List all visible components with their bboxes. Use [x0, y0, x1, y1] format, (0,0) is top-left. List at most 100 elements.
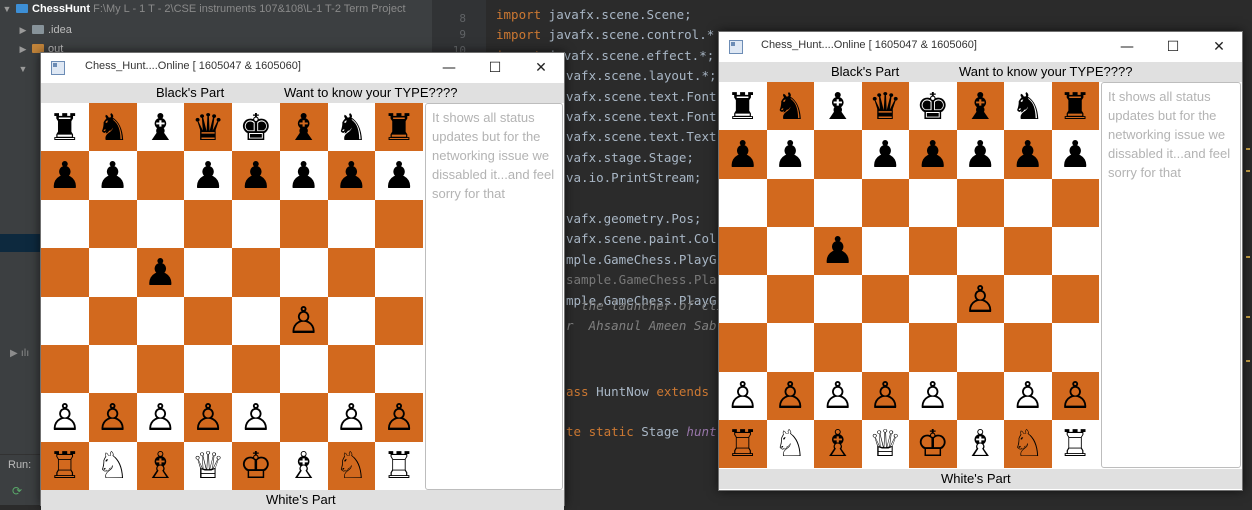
board-square[interactable]: [88, 199, 137, 249]
black-pawn-icon[interactable]: ♟: [48, 157, 81, 194]
tree-item-collapsed[interactable]: ▼: [16, 60, 30, 78]
board-square[interactable]: [814, 275, 862, 324]
board-square[interactable]: ♟: [375, 151, 423, 200]
board-square[interactable]: [766, 226, 814, 275]
board-square[interactable]: ♞: [88, 103, 137, 152]
white-king-icon[interactable]: ♔: [239, 447, 272, 484]
black-rook-icon[interactable]: ♜: [726, 88, 759, 125]
board-square[interactable]: [909, 323, 957, 372]
black-pawn-icon[interactable]: ♟: [774, 136, 807, 173]
board-square[interactable]: [1051, 275, 1099, 324]
board-square[interactable]: [909, 226, 957, 275]
white-pawn-icon[interactable]: ♙: [821, 377, 854, 414]
board-square[interactable]: ♟: [136, 248, 185, 297]
expand-arrow-icon[interactable]: ▼: [16, 60, 30, 78]
board-square[interactable]: [41, 248, 89, 297]
board-square[interactable]: [136, 344, 185, 394]
white-pawn-icon[interactable]: ♙: [1011, 377, 1044, 414]
board-square[interactable]: [766, 275, 814, 324]
black-pawn-icon[interactable]: ♟: [383, 157, 416, 194]
board-square[interactable]: [232, 344, 280, 394]
board-square[interactable]: ♕: [861, 419, 909, 468]
type-query-label[interactable]: Want to know your TYPE????: [284, 85, 457, 100]
black-knight-icon[interactable]: ♞: [1011, 88, 1044, 125]
board-square[interactable]: [719, 226, 767, 275]
white-pawn-icon[interactable]: ♙: [383, 399, 416, 436]
board-square[interactable]: ♝: [956, 82, 1004, 131]
title-bar[interactable]: Chess_Hunt....Online [ 1605047 & 1605060…: [41, 53, 564, 83]
board-square[interactable]: ♗: [136, 441, 185, 490]
board-square[interactable]: [956, 371, 1004, 420]
board-square[interactable]: ♜: [1051, 82, 1099, 131]
white-pawn-icon[interactable]: ♙: [916, 377, 949, 414]
board-square[interactable]: [88, 296, 137, 345]
board-square[interactable]: ♞: [1004, 82, 1052, 131]
black-pawn-icon[interactable]: ♟: [96, 157, 129, 194]
black-pawn-icon[interactable]: ♟: [144, 254, 177, 291]
board-square[interactable]: [1051, 226, 1099, 275]
board-square[interactable]: [41, 199, 89, 249]
board-square[interactable]: ♘: [1004, 419, 1052, 468]
board-square[interactable]: [88, 344, 137, 394]
board-square[interactable]: ♗: [279, 441, 328, 490]
black-pawn-icon[interactable]: ♟: [821, 232, 854, 269]
board-square[interactable]: ♟: [956, 130, 1004, 179]
white-king-icon[interactable]: ♔: [916, 425, 949, 462]
board-square[interactable]: [956, 178, 1004, 227]
board-square[interactable]: [184, 344, 232, 394]
board-square[interactable]: [375, 199, 423, 249]
black-pawn-icon[interactable]: ♟: [1059, 136, 1092, 173]
close-button[interactable]: ✕: [1196, 32, 1242, 62]
black-knight-icon[interactable]: ♞: [96, 109, 129, 146]
expand-arrow-icon[interactable]: ▼: [0, 0, 14, 18]
board-square[interactable]: ♝: [136, 103, 185, 152]
board-square[interactable]: [41, 344, 89, 394]
black-rook-icon[interactable]: ♜: [1059, 88, 1092, 125]
board-square[interactable]: ♙: [279, 296, 328, 345]
black-rook-icon[interactable]: ♜: [383, 109, 416, 146]
white-bishop-icon[interactable]: ♗: [821, 425, 854, 462]
black-rook-icon[interactable]: ♜: [48, 109, 81, 146]
board-square[interactable]: ♛: [861, 82, 909, 131]
board-square[interactable]: ♖: [375, 441, 423, 490]
white-pawn-icon[interactable]: ♙: [335, 399, 368, 436]
white-pawn-icon[interactable]: ♙: [1059, 377, 1092, 414]
black-pawn-icon[interactable]: ♟: [239, 157, 272, 194]
board-square[interactable]: [232, 199, 280, 249]
board-square[interactable]: [327, 344, 376, 394]
white-pawn-icon[interactable]: ♙: [964, 281, 997, 318]
black-pawn-icon[interactable]: ♟: [1011, 136, 1044, 173]
white-queen-icon[interactable]: ♕: [192, 447, 225, 484]
board-square[interactable]: ♙: [909, 371, 957, 420]
black-pawn-icon[interactable]: ♟: [964, 136, 997, 173]
board-square[interactable]: ♘: [327, 441, 376, 490]
board-square[interactable]: ♟: [861, 130, 909, 179]
black-knight-icon[interactable]: ♞: [335, 109, 368, 146]
board-square[interactable]: ♙: [719, 371, 767, 420]
white-pawn-icon[interactable]: ♙: [96, 399, 129, 436]
board-square[interactable]: ♙: [41, 393, 89, 442]
black-queen-icon[interactable]: ♛: [869, 88, 902, 125]
board-square[interactable]: ♙: [1004, 371, 1052, 420]
board-square[interactable]: ♝: [279, 103, 328, 152]
maximize-button[interactable]: ☐: [1150, 32, 1196, 62]
black-bishop-icon[interactable]: ♝: [821, 88, 854, 125]
board-square[interactable]: [232, 248, 280, 297]
board-square[interactable]: ♚: [232, 103, 280, 152]
type-query-label[interactable]: Want to know your TYPE????: [959, 64, 1132, 79]
board-square[interactable]: ♙: [861, 371, 909, 420]
white-pawn-icon[interactable]: ♙: [869, 377, 902, 414]
warning-marker[interactable]: [1246, 360, 1250, 362]
board-square[interactable]: [1051, 323, 1099, 372]
black-pawn-icon[interactable]: ♟: [916, 136, 949, 173]
white-pawn-icon[interactable]: ♙: [287, 302, 320, 339]
board-square[interactable]: ♟: [814, 226, 862, 275]
black-pawn-icon[interactable]: ♟: [287, 157, 320, 194]
black-pawn-icon[interactable]: ♟: [192, 157, 225, 194]
board-square[interactable]: ♖: [1051, 419, 1099, 468]
board-square[interactable]: ♘: [88, 441, 137, 490]
board-square[interactable]: [184, 248, 232, 297]
black-knight-icon[interactable]: ♞: [774, 88, 807, 125]
white-bishop-icon[interactable]: ♗: [144, 447, 177, 484]
board-square[interactable]: [909, 275, 957, 324]
